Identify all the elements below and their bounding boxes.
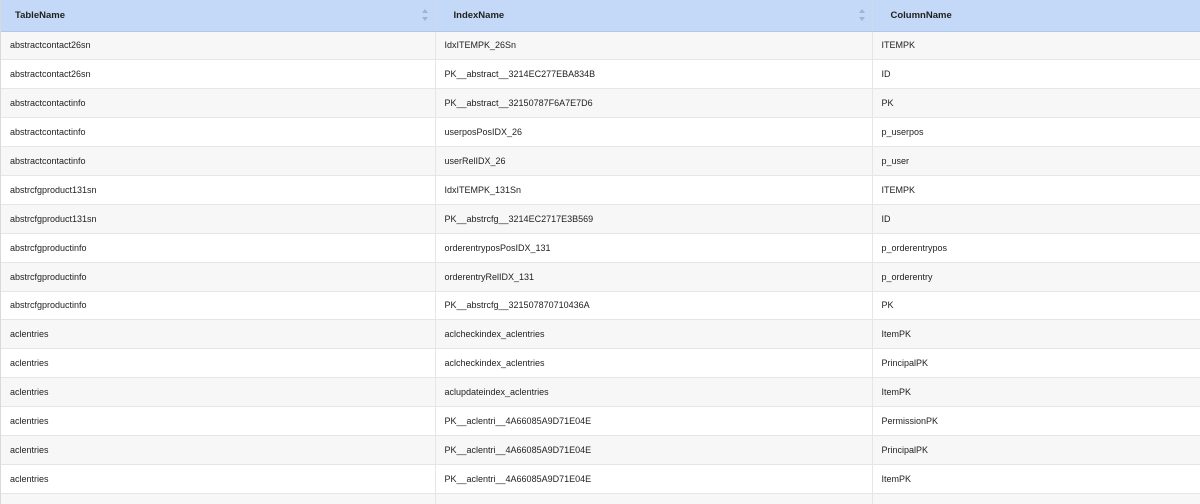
table-row[interactable]: abstractcontactinfo PK__abstract__3215078… [1,88,1200,119]
cell-tablename[interactable]: abstractcontact26sn [1,31,436,61]
column-header-columnname[interactable]: ColumnName [872,0,1200,32]
cell-indexname[interactable]: orderentryRelIDX_131 [435,262,873,292]
cell-columnname[interactable]: ID [872,204,1200,234]
cell-indexname[interactable]: userposPosIDX_26 [435,117,873,148]
cell-indexname[interactable]: PK__abstract__32150787F6A7E7D6 [435,88,873,119]
cell-tablename[interactable]: abstractcontactinfo [1,146,436,176]
column-header-indexname[interactable]: IndexName [435,0,873,32]
cell-indexname[interactable]: PK__aclentri__4A66085A9D71E04E [435,435,873,465]
cell-columnname[interactable]: ItemPK [872,464,1200,494]
cell-tablename[interactable] [1,493,436,504]
cell-tablename[interactable]: abstrcfgproductinfo [1,233,436,263]
cell-tablename[interactable]: abstractcontactinfo [1,88,436,119]
cell-indexname[interactable]: orderentryposPosIDX_131 [435,233,873,263]
table-row[interactable]: abstrcfgproduct131sn IdxITEMPK_131Sn ITEMP… [1,175,1200,205]
cell-columnname[interactable]: ITEMPK [872,175,1200,205]
column-header-label: TableName [15,9,65,21]
cell-tablename[interactable]: abstrcfgproductinfo [1,291,436,321]
cell-indexname[interactable]: aclcheckindex_aclentries [435,319,873,350]
table-body: abstractcontact26sn IdxITEMPK_26Sn ITEMPK a… [1,31,1200,504]
cell-indexname[interactable]: aclupdateindex_aclentries [435,377,873,408]
index-table: TableName IndexName ColumnName abstractc… [1,0,1200,504]
cell-indexname[interactable]: PK__abstract__3214EC277EBA834B [435,59,873,90]
cell-indexname[interactable]: IdxITEMPK_131Sn [435,175,873,205]
cell-tablename[interactable]: abstractcontact26sn [1,59,436,90]
cell-tablename[interactable]: aclentries [1,348,436,379]
cell-indexname[interactable]: PK__abstrcfg__321507870710436A [435,291,873,321]
cell-columnname[interactable]: p_user [872,146,1200,176]
table-row[interactable]: aclentries aclcheckindex_aclentries Princi… [1,348,1200,379]
cell-tablename[interactable]: aclentries [1,319,436,350]
cell-columnname[interactable]: ItemPK [872,319,1200,350]
cell-tablename[interactable]: abstrcfgproductinfo [1,262,436,292]
column-header-label: ColumnName [890,9,952,21]
cell-columnname[interactable]: ID [872,59,1200,90]
cell-indexname[interactable]: PK__abstrcfg__3214EC2717E3B569 [435,204,873,234]
cell-columnname[interactable]: ITEMPK [872,31,1200,61]
table-row[interactable]: abstractcontact26sn IdxITEMPK_26Sn ITEMPK [1,31,1200,61]
table-row[interactable]: abstractcontactinfo userRelIDX_26 p_user [1,146,1200,176]
table-row[interactable]: abstractcontact26sn PK__abstract__3214EC2… [1,59,1200,90]
header-row: TableName IndexName ColumnName [1,0,1200,32]
cell-indexname[interactable] [435,493,873,504]
table-row[interactable]: abstrcfgproduct131sn PK__abstrcfg__3214EC… [1,204,1200,234]
cell-indexname[interactable]: aclcheckindex_aclentries [435,348,873,379]
table-row[interactable]: aclentries PK__aclentri__4A66085A9D71E04E… [1,406,1200,436]
cell-tablename[interactable]: abstrcfgproduct131sn [1,175,436,205]
cell-indexname[interactable]: PK__aclentri__4A66085A9D71E04E [435,464,873,494]
table-row[interactable]: aclentries PK__aclentri__4A66085A9D71E04E… [1,435,1200,465]
column-header-label: IndexName [453,9,505,21]
cell-columnname[interactable]: PK [872,291,1200,321]
table-row[interactable]: abstrcfgproductinfo orderentryposPosIDX_1… [1,233,1200,263]
cell-tablename[interactable]: aclentries [1,435,436,465]
cell-tablename[interactable]: aclentries [1,464,436,494]
cell-columnname[interactable]: PrincipalPK [872,435,1200,465]
table-row[interactable]: abstrcfgproductinfo orderentryRelIDX_131 p… [1,262,1200,292]
sort-arrows-icon[interactable] [421,8,428,22]
table-row[interactable]: abstrcfgproductinfo PK__abstrcfg__3215078… [1,291,1200,321]
cell-indexname[interactable]: PK__aclentri__4A66085A9D71E04E [435,406,873,436]
table-row[interactable] [1,493,1200,504]
column-header-tablename[interactable]: TableName [1,0,436,32]
table-row[interactable]: aclentries aclupdateindex_aclentries ItemP… [1,377,1200,408]
cell-tablename[interactable]: aclentries [1,377,436,408]
results-grid: TableName IndexName ColumnName abstractc… [0,0,1200,504]
sort-arrows-icon[interactable] [858,8,865,22]
cell-columnname[interactable]: p_orderentrypos [872,233,1200,263]
cell-columnname[interactable]: ItemPK [872,377,1200,408]
cell-indexname[interactable]: userRelIDX_26 [435,146,873,176]
table-row[interactable]: abstractcontactinfo userposPosIDX_26 p_use… [1,117,1200,148]
cell-indexname[interactable]: IdxITEMPK_26Sn [435,31,873,61]
cell-columnname[interactable]: PermissionPK [872,406,1200,436]
cell-columnname[interactable]: PK [872,88,1200,119]
cell-tablename[interactable]: abstrcfgproduct131sn [1,204,436,234]
cell-tablename[interactable]: aclentries [1,406,436,436]
cell-columnname[interactable]: p_orderentry [872,262,1200,292]
cell-columnname[interactable]: PrincipalPK [872,348,1200,379]
table-row[interactable]: aclentries aclcheckindex_aclentries ItemPK [1,319,1200,350]
cell-columnname[interactable]: p_userpos [872,117,1200,148]
cell-tablename[interactable]: abstractcontactinfo [1,117,436,148]
cell-columnname[interactable] [872,493,1200,504]
table-row[interactable]: aclentries PK__aclentri__4A66085A9D71E04E… [1,464,1200,494]
